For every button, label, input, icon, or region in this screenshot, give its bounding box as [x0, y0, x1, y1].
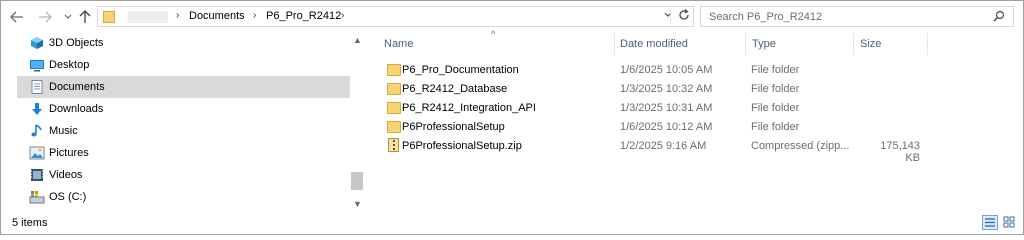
drive-icon [29, 190, 45, 204]
sidebar-item-videos[interactable]: Videos [17, 164, 350, 186]
file-name: P6_R2412_Database [402, 83, 508, 95]
pictures-icon [29, 146, 45, 160]
sidebar-item-desktop[interactable]: Desktop [17, 54, 350, 76]
refresh-icon [679, 9, 689, 20]
scroll-down-icon[interactable]: ▼ [353, 200, 362, 209]
sidebar-item-documents[interactable]: Documents [17, 76, 350, 98]
file-date: 1/6/2025 10:05 AM [620, 64, 713, 76]
large-icons-view-button[interactable] [1002, 215, 1018, 230]
up-button[interactable] [77, 8, 93, 26]
sort-ascending-icon: ^ [491, 29, 496, 39]
sidebar-item-downloads[interactable]: Downloads [17, 98, 350, 120]
breadcrumb-documents[interactable]: Documents [189, 10, 245, 22]
zip-file-icon [388, 138, 399, 152]
3d-objects-icon [29, 36, 45, 50]
file-date: 1/3/2025 10:32 AM [620, 83, 713, 95]
file-list-scrollbar[interactable] [1007, 32, 1021, 214]
file-type: Compressed (zipp... [751, 140, 850, 152]
forward-arrow-icon [39, 11, 52, 23]
sidebar-item-label: Desktop [49, 59, 90, 71]
file-type: File folder [751, 102, 800, 114]
sidebar-item-label: OS (C:) [49, 191, 87, 203]
chevron-right-icon[interactable]: › [176, 10, 179, 21]
folder-icon [387, 83, 401, 95]
redacted-path-segment [128, 11, 168, 23]
column-divider[interactable] [853, 33, 854, 55]
file-row[interactable]: P6_Pro_Documentation 1/6/2025 10:05 AM F… [380, 61, 856, 80]
column-header-type[interactable]: Type [752, 38, 776, 50]
column-divider[interactable] [927, 33, 928, 55]
details-view-icon [985, 218, 995, 227]
file-name: P6_Pro_Documentation [402, 64, 519, 76]
scrollbar-thumb[interactable] [351, 172, 363, 190]
sidebar-item-os-c[interactable]: OS (C:) [17, 186, 350, 208]
file-date: 1/3/2025 10:31 AM [620, 102, 713, 114]
file-date: 1/6/2025 10:12 AM [620, 121, 713, 133]
folder-icon [387, 121, 401, 133]
back-button[interactable] [9, 8, 25, 26]
folder-icon [103, 11, 115, 23]
item-count: 5 items [12, 217, 48, 229]
recent-locations-button[interactable] [60, 8, 76, 26]
file-row[interactable]: P6_R2412_Integration_API 1/3/2025 10:31 … [380, 99, 856, 118]
file-row[interactable]: P6ProfessionalSetup 1/6/2025 10:12 AM Fi… [380, 118, 856, 137]
chevron-right-icon[interactable]: › [341, 10, 344, 21]
forward-button[interactable] [37, 8, 53, 26]
file-row[interactable]: P6ProfessionalSetup.zip 1/2/2025 9:16 AM… [380, 137, 920, 164]
details-view-button[interactable] [982, 215, 998, 230]
address-bar[interactable]: › Documents › P6_Pro_R2412 › [97, 6, 694, 27]
chevron-down-icon [64, 14, 72, 19]
column-divider[interactable] [745, 33, 746, 55]
file-type: File folder [751, 121, 800, 133]
file-type: File folder [751, 64, 800, 76]
sidebar-scrollbar[interactable]: ▲ ▼ [350, 32, 364, 214]
file-size: 175,143 KB [880, 140, 920, 164]
sidebar-item-3d-objects[interactable]: 3D Objects [17, 32, 350, 54]
back-arrow-icon [10, 11, 23, 23]
sidebar-item-label: 3D Objects [49, 37, 104, 49]
refresh-button[interactable] [678, 9, 690, 24]
downloads-icon [29, 102, 45, 116]
sidebar-item-label: Documents [49, 81, 105, 93]
search-box[interactable]: Search P6_Pro_R2412 [700, 6, 1014, 27]
music-icon [29, 124, 45, 138]
chevron-right-icon[interactable]: › [253, 10, 256, 21]
file-name: P6ProfessionalSetup [402, 121, 505, 133]
desktop-icon [29, 58, 45, 72]
documents-icon [29, 80, 45, 94]
sidebar-item-label: Music [49, 125, 78, 137]
scroll-up-icon[interactable]: ▲ [353, 36, 362, 45]
column-header-name[interactable]: Name [384, 38, 413, 50]
sidebar-item-pictures[interactable]: Pictures [17, 142, 350, 164]
sidebar-item-label: Pictures [49, 147, 89, 159]
sidebar-item-label: Videos [49, 169, 83, 181]
sidebar-item-music[interactable]: Music [17, 120, 350, 142]
folder-icon [387, 64, 401, 76]
videos-icon [29, 168, 45, 182]
file-name: P6_R2412_Integration_API [402, 102, 536, 114]
divider [670, 9, 671, 24]
up-arrow-icon [79, 10, 91, 23]
navigation-pane: 3D Objects Desktop Documents Downloads M… [17, 32, 350, 214]
sidebar-item-label: Downloads [49, 103, 104, 115]
breadcrumb-current-folder[interactable]: P6_Pro_R2412 [266, 10, 341, 22]
file-name: P6ProfessionalSetup.zip [402, 140, 522, 152]
search-icon[interactable] [993, 10, 1005, 25]
column-header-date[interactable]: Date modified [620, 38, 688, 50]
search-placeholder[interactable]: Search P6_Pro_R2412 [709, 11, 822, 23]
folder-icon [387, 102, 401, 114]
file-type: File folder [751, 83, 800, 95]
file-row[interactable]: P6_R2412_Database 1/3/2025 10:32 AM File… [380, 80, 856, 99]
column-header-size[interactable]: Size [860, 38, 881, 50]
file-date: 1/2/2025 9:16 AM [620, 140, 707, 152]
column-divider[interactable] [614, 33, 615, 55]
large-icons-view-icon [1003, 216, 1015, 228]
